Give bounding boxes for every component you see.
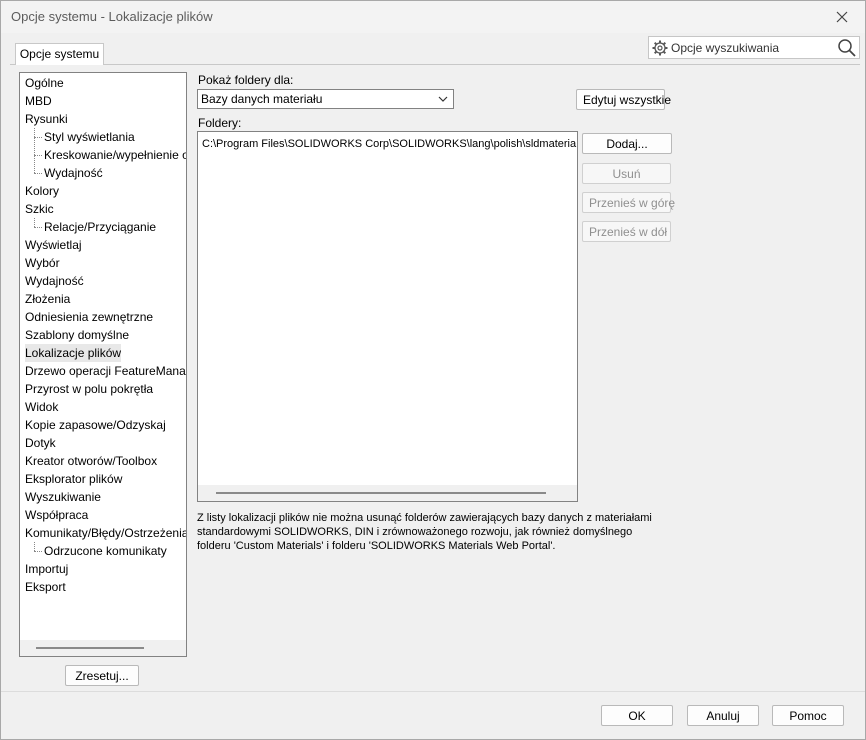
- add-button[interactable]: Dodaj...: [582, 133, 672, 154]
- tree-connector-line: [34, 227, 42, 228]
- tree-connector-line: [34, 155, 42, 156]
- tree-item[interactable]: Kolory: [25, 182, 59, 200]
- tree-item[interactable]: Styl wyświetlania: [44, 128, 135, 146]
- tree-horizontal-scrollbar[interactable]: [20, 640, 186, 656]
- close-icon: [836, 11, 848, 23]
- show-folders-label: Pokaż foldery dla:: [198, 73, 294, 87]
- folders-horizontal-scrollbar[interactable]: [198, 485, 577, 501]
- tree-connector-line: [34, 551, 42, 552]
- tree-item[interactable]: Rysunki: [25, 110, 68, 128]
- tree-item[interactable]: Importuj: [25, 560, 68, 578]
- search-box[interactable]: [648, 36, 860, 59]
- tree-item[interactable]: Wybór: [25, 254, 60, 272]
- tree-item[interactable]: Przyrost w polu pokrętła: [25, 380, 153, 398]
- search-input[interactable]: [671, 39, 831, 57]
- tree-item[interactable]: Odrzucone komunikaty: [44, 542, 167, 560]
- tab-system-options[interactable]: Opcje systemu: [15, 43, 104, 65]
- chevron-down-icon: [438, 96, 448, 102]
- tree-item[interactable]: Dotyk: [25, 434, 56, 452]
- tree-connector-line: [34, 137, 42, 138]
- cancel-button[interactable]: Anuluj: [687, 705, 759, 726]
- tree-connector-line: [34, 128, 35, 173]
- tree-item[interactable]: Kreator otworów/Toolbox: [25, 452, 157, 470]
- move-down-button[interactable]: Przenieś w dół: [582, 221, 671, 242]
- show-folders-selected-value: Bazy danych materiału: [201, 92, 323, 106]
- tree-item[interactable]: Kreskowanie/wypełnienie o: [44, 146, 186, 164]
- tree-connector-line: [34, 173, 42, 174]
- ok-button[interactable]: OK: [601, 705, 673, 726]
- tree-item[interactable]: Eksport: [25, 578, 66, 596]
- tree-item[interactable]: Szkic: [25, 200, 54, 218]
- tree-scrollbar-thumb[interactable]: [36, 647, 144, 649]
- tree-item[interactable]: Współpraca: [25, 506, 88, 524]
- tree-item[interactable]: Ogólne: [25, 74, 64, 92]
- list-item[interactable]: C:\Program Files\SOLIDWORKS Corp\SOLIDWO…: [202, 136, 576, 152]
- title-bar: Opcje systemu - Lokalizacje plików: [1, 1, 865, 33]
- folders-label: Foldery:: [198, 116, 242, 130]
- tree-item[interactable]: Szablony domyślne: [25, 326, 129, 344]
- tree-item[interactable]: Wydajność: [25, 272, 84, 290]
- options-tree[interactable]: Ogólne MBD Rysunki Styl wyświetlania Kreskow…: [19, 72, 187, 657]
- tree-item[interactable]: Drzewo operacji FeatureManag: [25, 362, 186, 380]
- tree-item[interactable]: Eksplorator plików: [25, 470, 122, 488]
- gear-icon[interactable]: [651, 39, 669, 57]
- info-note: Z listy lokalizacji plików nie można usu…: [197, 512, 652, 552]
- remove-button[interactable]: Usuń: [582, 163, 671, 184]
- tree-item[interactable]: Odniesienia zewnętrzne: [25, 308, 153, 326]
- tree-item[interactable]: Widok: [25, 398, 58, 416]
- tree-connector-line: [34, 542, 35, 551]
- tree-item[interactable]: Relacje/Przyciąganie: [44, 218, 156, 236]
- window-title: Opcje systemu - Lokalizacje plików: [11, 9, 213, 24]
- edit-all-button[interactable]: Edytuj wszystkie: [576, 89, 671, 110]
- tree-connector-line: [34, 218, 35, 227]
- close-button[interactable]: [819, 1, 865, 33]
- tree-item[interactable]: Lokalizacje plików: [25, 344, 122, 362]
- search-icon[interactable]: [837, 38, 857, 58]
- tree-item[interactable]: Komunikaty/Błędy/Ostrzeżenia: [25, 524, 186, 542]
- folders-list[interactable]: C:\Program Files\SOLIDWORKS Corp\SOLIDWO…: [197, 131, 578, 502]
- reset-button[interactable]: Zresetuj...: [65, 665, 139, 686]
- folders-scrollbar-thumb[interactable]: [216, 492, 546, 494]
- move-up-button[interactable]: Przenieś w górę: [582, 192, 675, 213]
- tree-item[interactable]: Wyszukiwanie: [25, 488, 101, 506]
- tree-item[interactable]: Kopie zapasowe/Odzyskaj: [25, 416, 166, 434]
- show-folders-select[interactable]: Bazy danych materiału: [197, 89, 454, 109]
- tree-item[interactable]: Wydajność: [44, 164, 103, 182]
- tree-item[interactable]: MBD: [25, 92, 52, 110]
- tree-item[interactable]: Wyświetlaj: [25, 236, 82, 254]
- help-button[interactable]: Pomoc: [772, 705, 844, 726]
- system-options-dialog: Opcje systemu - Lokalizacje plików Opcje…: [0, 0, 866, 740]
- footer-separator: [1, 691, 865, 692]
- tree-item[interactable]: Złożenia: [25, 290, 70, 308]
